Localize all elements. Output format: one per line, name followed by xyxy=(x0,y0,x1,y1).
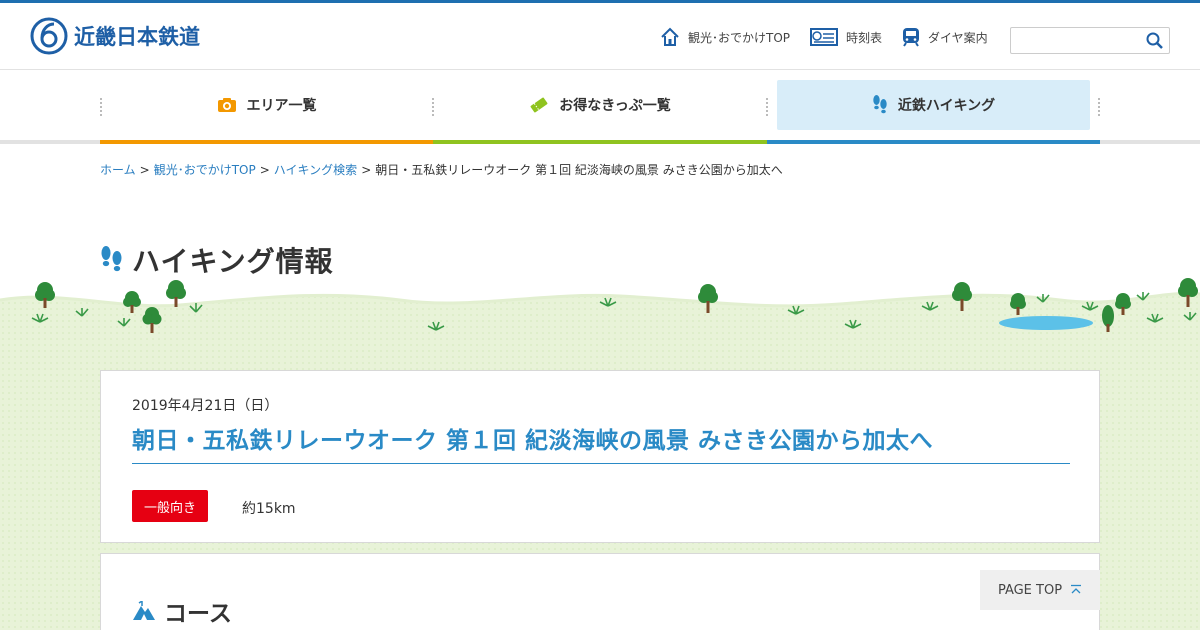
util-label: 観光･おでかけTOP xyxy=(688,30,791,45)
util-label: ダイヤ案内 xyxy=(928,30,988,45)
nav-item-discount-tickets[interactable]: お得なきっぷ一覧 xyxy=(433,80,767,130)
util-label: 時刻表 xyxy=(846,30,883,45)
nav-label: お得なきっぷ一覧 xyxy=(559,98,671,114)
nav-item-kintetsu-hiking[interactable]: 近鉄ハイキング xyxy=(777,80,1090,130)
camera-icon xyxy=(217,98,236,112)
nav-underline-orange xyxy=(100,140,433,144)
util-link-dia-guide[interactable]: ダイヤ案内 xyxy=(902,27,988,47)
event-title: 朝日・五私鉄リレーウオーク 第１回 紀淡海峡の風景 みさき公園から加太へ xyxy=(132,421,1070,464)
util-link-timetable[interactable]: 時刻表 xyxy=(810,28,882,46)
course-heading: コース xyxy=(132,594,232,628)
nav-label: 近鉄ハイキング xyxy=(897,98,996,114)
mountain-icon xyxy=(133,601,155,620)
breadcrumb-current: 朝日・五私鉄リレーウオーク 第１回 紀淡海峡の風景 みさき公園から加太へ xyxy=(375,163,783,177)
utility-links: 観光･おでかけTOP 時刻表 ダイヤ案内 xyxy=(660,27,1008,47)
search-icon[interactable] xyxy=(1145,31,1165,51)
course-card: コース xyxy=(100,553,1100,630)
event-distance: 約15km xyxy=(242,501,296,517)
nav-underline-green xyxy=(433,140,767,144)
kintetsu-logo-icon xyxy=(30,17,68,55)
arrow-up-icon xyxy=(1071,584,1082,594)
page-top-button[interactable]: PAGE TOP xyxy=(980,570,1100,610)
global-nav: エリア一覧 お得なきっぷ一覧 近鉄ハイキング xyxy=(0,70,1200,144)
site-search xyxy=(1010,27,1170,54)
nav-divider xyxy=(766,98,768,116)
site-header: 近畿日本鉄道 観光･おでかけTOP 時刻表 ダイヤ案内 xyxy=(0,3,1200,70)
page-title-text: ハイキング情報 xyxy=(132,245,334,278)
breadcrumb-separator: > xyxy=(361,163,372,177)
pond-shape xyxy=(999,316,1093,330)
page-top-label: PAGE TOP xyxy=(997,582,1063,598)
breadcrumb-link-home[interactable]: ホーム xyxy=(100,163,136,177)
breadcrumb-separator: > xyxy=(139,163,150,177)
home-icon xyxy=(661,27,679,46)
nav-label: エリア一覧 xyxy=(246,98,317,114)
timetable-icon xyxy=(810,28,839,46)
search-input[interactable] xyxy=(1011,28,1141,53)
breadcrumb-link-sightseeing-top[interactable]: 観光･おでかけTOP xyxy=(154,163,256,177)
event-date: 2019年4月21日（日） xyxy=(132,398,279,414)
footprints-icon xyxy=(873,95,887,114)
nav-underline-blue xyxy=(767,140,1100,144)
event-summary-card: 2019年4月21日（日） 朝日・五私鉄リレーウオーク 第１回 紀淡海峡の風景 … xyxy=(100,370,1100,543)
breadcrumb-separator: > xyxy=(259,163,270,177)
footprints-icon xyxy=(101,246,122,272)
level-badge: 一般向き xyxy=(132,490,208,522)
ticket-icon xyxy=(530,97,548,113)
page-title: ハイキング情報 xyxy=(100,240,334,280)
breadcrumb-link-hiking-search[interactable]: ハイキング検索 xyxy=(274,163,357,177)
logo-text: 近畿日本鉄道 xyxy=(74,25,200,49)
train-icon xyxy=(903,28,920,47)
site-logo[interactable]: 近畿日本鉄道 xyxy=(30,17,200,55)
util-link-sightseeing-top[interactable]: 観光･おでかけTOP xyxy=(660,27,790,47)
nav-divider xyxy=(1098,98,1100,116)
course-heading-text: コース xyxy=(164,601,232,627)
breadcrumb: ホーム > 観光･おでかけTOP > ハイキング検索 > 朝日・五私鉄リレーウオーク 第１回… xyxy=(100,161,783,178)
nav-item-area-list[interactable]: エリア一覧 xyxy=(100,80,433,130)
